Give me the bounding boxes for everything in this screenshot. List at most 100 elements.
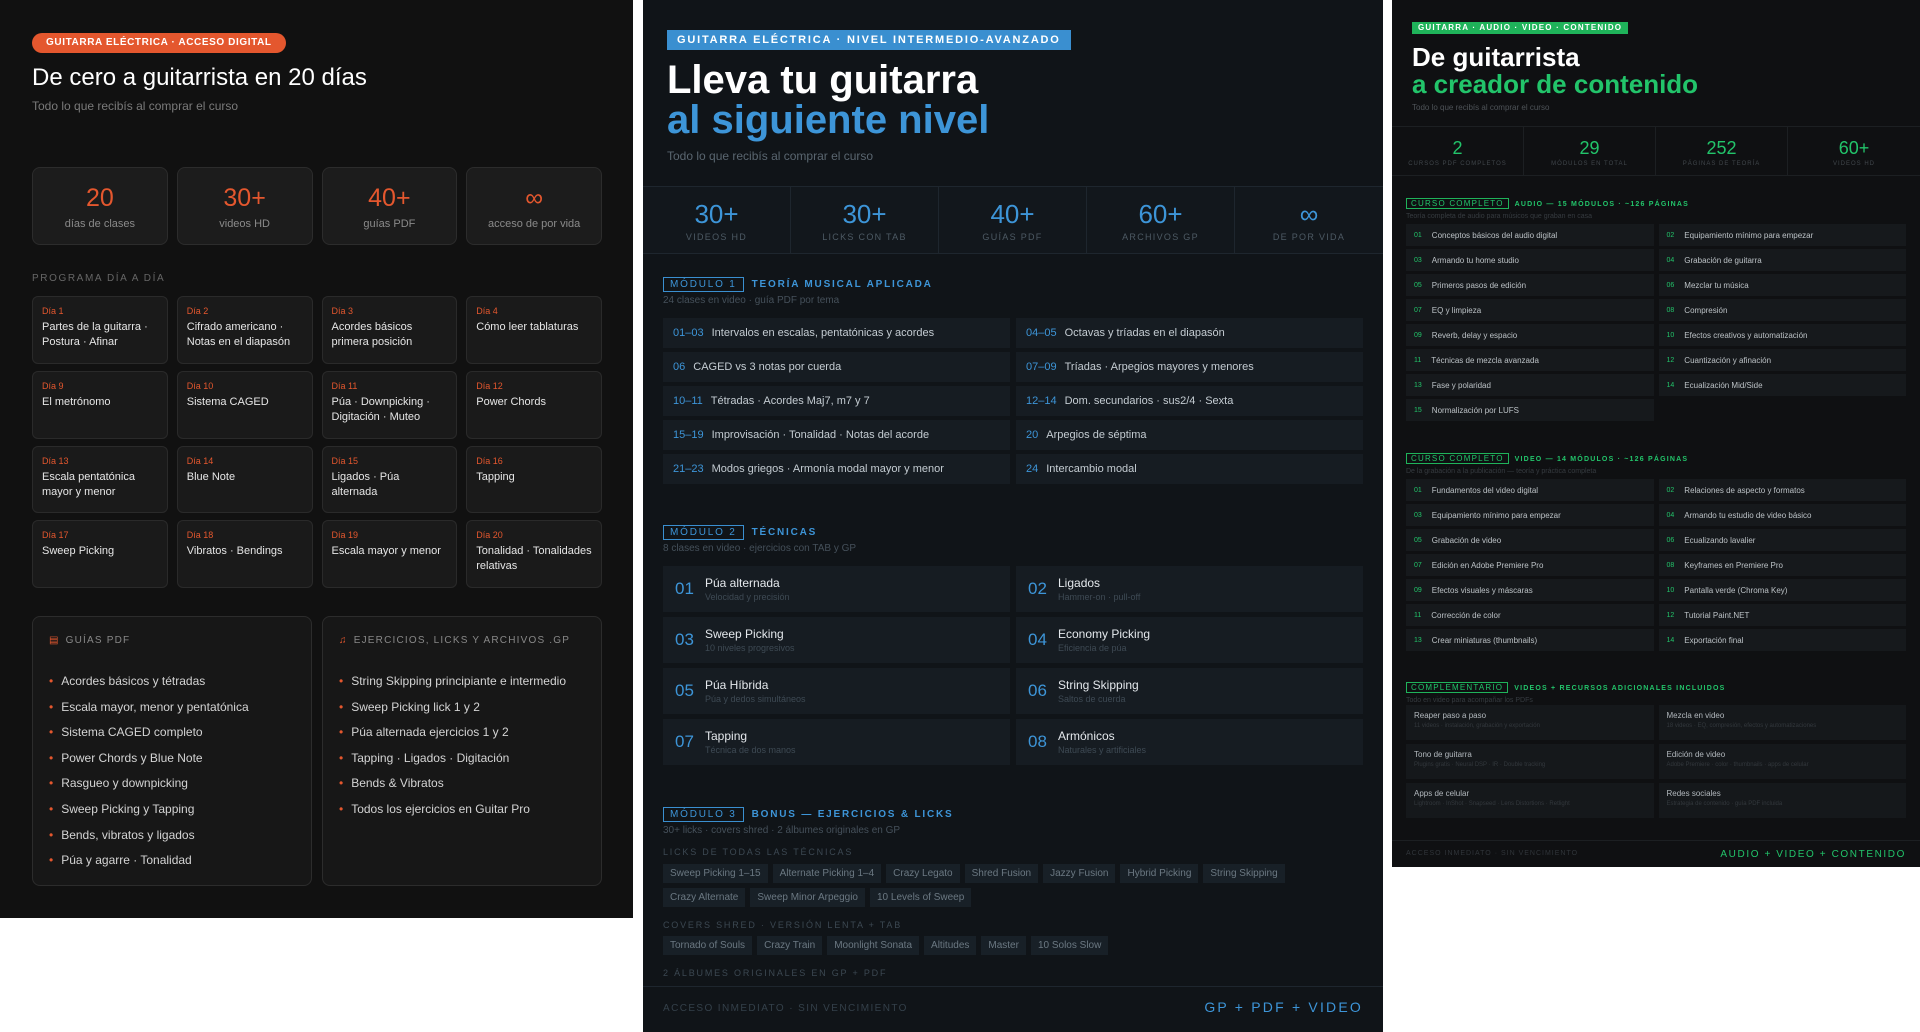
audio-course-header: CURSO COMPLETO AUDIO — 15 MÓDULOS · ~126 …	[1406, 193, 1689, 220]
stat-value: ∞	[1299, 199, 1319, 229]
bullet-icon: •	[339, 750, 344, 765]
lesson-item: 15–19 Improvisación · Tonalidad · Notas d…	[663, 420, 1010, 450]
module-item: 11 Técnicas de mezcla avanzada	[1406, 349, 1654, 371]
stat-label: ARCHIVOS GP	[1122, 232, 1199, 242]
day-topic: Sistema CAGED	[186, 395, 269, 408]
pdf-guides-list: • Acordes básicos y tétradas • Escala mayo…	[49, 669, 249, 874]
day-number: Día 17	[42, 530, 69, 541]
bullet-icon: •	[49, 827, 54, 842]
lesson-item: 07–09 Tríadas · Arpegios mayores y menore…	[1016, 352, 1363, 382]
bullet-icon: •	[339, 725, 344, 740]
day-topic: Escala pentatónica mayor y menor	[42, 470, 135, 498]
day-card: Día 9 El metrónomo	[32, 370, 168, 439]
module-name: TEORÍA MUSICAL APLICADA	[751, 279, 933, 290]
lick-chip: Jazzy Fusion	[1043, 864, 1116, 883]
stat-card: 60+ ARCHIVOS GP	[1087, 187, 1235, 253]
module-item: 13 Crear miniaturas (thumbnails)	[1406, 629, 1654, 651]
exercises-heading: EJERCICIOS, LICKS Y ARCHIVOS .GP	[353, 635, 571, 646]
section-meta: De la grabación a la publicación — teorí…	[1406, 468, 1597, 475]
technique-card: 02 Ligados Hammer-on · pull-off	[1016, 566, 1363, 612]
lick-chip: String Skipping	[1203, 864, 1285, 883]
lick-chip: 10 Levels of Sweep	[870, 888, 972, 907]
stats-row: 2 CURSOS PDF COMPLETOS 29 MÓDULOS EN TOTAL…	[1392, 126, 1920, 176]
stat-value: 60+	[1138, 199, 1183, 229]
complementary-header: COMPLEMENTARIO VIDEOS + RECURSOS ADICIONA…	[1406, 677, 1725, 704]
bullet-icon: •	[339, 776, 344, 791]
day-card: Día 14 Blue Note	[176, 445, 313, 514]
day-number: Día 10	[186, 380, 214, 391]
day-topic: Sweep Picking	[42, 545, 115, 558]
technique-card: 07 Tapping Técnica de dos manos	[663, 719, 1010, 765]
bullet-icon: •	[49, 750, 54, 765]
lick-chip: Sweep Minor Arpeggio	[750, 888, 865, 907]
module-meta: 24 clases en video · guía PDF por tema	[663, 295, 840, 306]
section-name: VIDEO — 14 MÓDULOS · ~126 PÁGINAS	[1514, 456, 1689, 463]
module-item: 06 Ecualizando lavalier	[1658, 529, 1906, 551]
day-topic: Vibratos · Bendings	[186, 545, 283, 558]
stat-label: guías PDF	[363, 218, 416, 230]
module-item: 10 Pantalla verde (Chroma Key)	[1658, 579, 1906, 601]
module-name: TÉCNICAS	[751, 527, 818, 538]
stat-label: videos HD	[219, 218, 270, 230]
module-item: 15 Normalización por LUFS	[1406, 399, 1654, 421]
technique-card: 08 Armónicos Naturales y artificiales	[1016, 719, 1363, 765]
program-grid: Día 1 Partes de la guitarra · Postura · A…	[32, 296, 602, 588]
module-item: 07 EQ y limpieza	[1406, 299, 1654, 321]
stat-label: VIDEOS HD	[1832, 161, 1875, 167]
list-item: • Púa y agarre · Tonalidad	[49, 853, 192, 868]
exercises-list: • String Skipping principiante e intermed…	[339, 669, 566, 823]
resource-card: Reaper paso a paso 11 videos · instalació…	[1406, 705, 1654, 740]
program-heading: PROGRAMA DÍA A DÍA	[32, 273, 166, 284]
module-item: 11 Corrección de color	[1406, 604, 1654, 626]
cover-chip: Tornado of Souls	[663, 936, 753, 955]
licks-heading: LICKS DE TODAS LAS TÉCNICAS	[663, 847, 854, 857]
stat-card: 20 días de clases	[32, 167, 168, 245]
day-card: Día 12 Power Chords	[466, 370, 602, 439]
module-name: BONUS — EJERCICIOS & LICKS	[751, 809, 954, 820]
stat-card: 30+ VIDEOS HD	[643, 187, 791, 253]
document-icon: ▤	[49, 635, 60, 646]
list-item: • Bends & Vibratos	[339, 776, 444, 791]
day-topic: Escala mayor y menor	[331, 545, 441, 558]
module-item: 06 Mezclar tu música	[1658, 274, 1906, 296]
cover-chip: 10 Solos Slow	[1030, 936, 1109, 955]
module-item: 10 Efectos creativos y automatización	[1658, 324, 1906, 346]
module-tag: MÓDULO 3	[663, 807, 744, 822]
list-item: • Escala mayor, menor y pentatónica	[49, 699, 249, 714]
day-number: Día 12	[476, 380, 503, 391]
stat-value: 252	[1706, 138, 1737, 158]
lick-chip: Shred Fusion	[964, 864, 1039, 883]
bullet-icon: •	[49, 776, 54, 791]
cover-chip: Altitudes	[924, 936, 977, 955]
section-tag: COMPLEMENTARIO	[1406, 682, 1509, 693]
module-tag: MÓDULO 2	[663, 525, 744, 540]
day-card: Día 10 Sistema CAGED	[176, 370, 313, 439]
list-item: • Bends, vibratos y ligados	[49, 827, 195, 842]
page-subtitle: Todo lo que recibís al comprar el curso	[1412, 103, 1550, 112]
course-badge: GUITARRA ELÉCTRICA · ACCESO DIGITAL	[32, 33, 286, 53]
stat-label: DE POR VIDA	[1272, 232, 1346, 242]
module-item: 12 Cuantización y afinación	[1658, 349, 1906, 371]
module-2-header: MÓDULO 2 TÉCNICAS 8 clases en video · eje…	[663, 522, 856, 554]
day-card: Día 15 Ligados · Púa alternada	[321, 445, 458, 514]
course-badge: GUITARRA · AUDIO · VIDEO · CONTENIDO	[1412, 22, 1629, 34]
page-title-accent: a creador de contenido	[1412, 69, 1699, 99]
day-topic: Tapping	[476, 470, 515, 483]
stat-card: 252 PÁGINAS DE TEORÍA	[1656, 127, 1788, 175]
cover-chip: Master	[981, 936, 1026, 955]
footer: ACCESO INMEDIATO · SIN VENCIMIENTO GP + …	[643, 986, 1383, 1032]
lick-chip: Hybrid Picking	[1120, 864, 1199, 883]
day-card: Día 17 Sweep Picking	[32, 520, 168, 588]
module-item: 02 Relaciones de aspecto y formatos	[1658, 479, 1906, 501]
module-item: 02 Equipamiento mínimo para empezar	[1658, 224, 1906, 246]
day-card: Día 18 Vibratos · Bendings	[176, 520, 313, 588]
lesson-item: 06 CAGED vs 3 notas por cuerda	[663, 352, 1010, 382]
section-name: VIDEOS + RECURSOS ADICIONALES INCLUIDOS	[1514, 685, 1726, 692]
resource-card: Tono de guitarra Plugins gratis · Neural …	[1406, 744, 1654, 779]
day-topic: Púa · Downpicking · Digitación · Muteo	[331, 395, 430, 423]
panel-curso-intermedio: GUITARRA ELÉCTRICA · NIVEL INTERMEDIO-AV…	[643, 0, 1383, 1032]
technique-card: 03 Sweep Picking 10 niveles progresivos	[663, 617, 1010, 663]
day-number: Día 3	[331, 306, 354, 316]
day-topic: Partes de la guitarra · Postura · Afinar	[42, 321, 148, 348]
module-1-list: 01–03 Intervalos en escalas, pentatónicas…	[663, 318, 1363, 484]
